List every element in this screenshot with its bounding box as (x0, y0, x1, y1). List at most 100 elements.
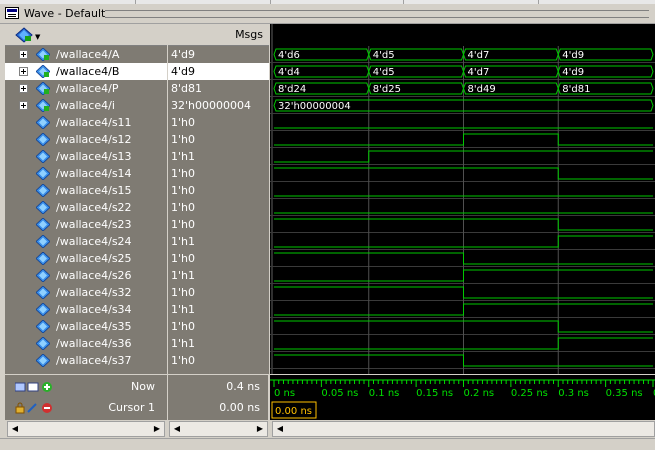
signal-row[interactable]: /wallace4/s35 (5, 318, 167, 335)
signal-value[interactable]: 4'd9 (168, 63, 269, 80)
bus-value-label: 8'd24 (278, 84, 306, 95)
bit-signal-icon (36, 252, 50, 265)
bus-value-label: 8'd49 (468, 84, 496, 95)
signal-row[interactable]: /wallace4/P (5, 80, 167, 97)
lock-icon (15, 406, 25, 414)
bus-value-label: 4'd9 (562, 67, 584, 78)
bit-signal-icon (36, 269, 50, 282)
now-value: 0.4 ns (226, 380, 260, 393)
signal-value[interactable]: 1'h0 (168, 318, 269, 335)
wave-hscrollbar[interactable]: ◀ (272, 421, 655, 437)
signal-row[interactable]: /wallace4/s14 (5, 165, 167, 182)
bit-waveform[interactable] (274, 354, 653, 367)
signal-value[interactable]: 1'h0 (168, 284, 269, 301)
bit-signal-icon (36, 320, 50, 333)
bit-waveform[interactable] (274, 133, 653, 146)
signal-name: /wallace4/B (56, 65, 120, 78)
signal-value[interactable]: 1'h0 (168, 352, 269, 369)
signal-row[interactable]: /wallace4/s12 (5, 131, 167, 148)
signal-value[interactable]: 1'h0 (168, 165, 269, 182)
bus-value-label: 8'd25 (373, 84, 401, 95)
expand-icon[interactable] (19, 50, 28, 59)
now-row: Now (5, 377, 167, 397)
signal-value[interactable]: 8'd81 (168, 80, 269, 97)
status-values-pane: 0.4 ns 0.00 ns (167, 374, 268, 420)
signal-row[interactable]: /wallace4/s25 (5, 250, 167, 267)
bit-waveform[interactable] (274, 286, 653, 299)
bit-waveform[interactable] (274, 252, 653, 265)
signal-row[interactable]: /wallace4/s13 (5, 148, 167, 165)
signal-row[interactable]: /wallace4/B (5, 63, 167, 80)
bit-waveform[interactable] (274, 303, 653, 316)
expand-icon[interactable] (19, 67, 28, 76)
values-hscrollbar[interactable]: ◀ ▶ (169, 421, 268, 437)
ruler-tick-label: 0.1 ns (369, 388, 400, 399)
expand-icon[interactable] (19, 101, 28, 110)
value-pane: Msgs 4'd9 4'd9 8'd81 32'h00000004 1'h0 1'h0 1'… (167, 24, 269, 374)
signal-diamond-icon[interactable] (15, 27, 33, 43)
signal-row[interactable]: /wallace4/s24 (5, 233, 167, 250)
bit-waveform[interactable] (274, 269, 653, 282)
timeline-ruler[interactable]: 0 ns 0.05 ns 0.1 ns 0.15 ns 0.2 ns 0.25 ns 0.3… (270, 375, 655, 421)
signal-name: /wallace4/s23 (56, 218, 132, 231)
scroll-left-icon[interactable]: ◀ (273, 422, 287, 436)
signal-row[interactable]: /wallace4/A (5, 46, 167, 63)
signal-row[interactable]: /wallace4/s23 (5, 216, 167, 233)
bus-value-label: 4'd5 (373, 67, 395, 78)
cursor-toolbar-icons[interactable] (15, 402, 55, 414)
signal-value[interactable]: 1'h1 (168, 267, 269, 284)
signal-name: /wallace4/i (56, 99, 115, 112)
signal-value[interactable]: 1'h0 (168, 131, 269, 148)
ruler-tick-label: 0.15 ns (416, 388, 453, 399)
bit-signal-icon (36, 235, 50, 248)
signal-value[interactable]: 1'h1 (168, 233, 269, 250)
expand-icon[interactable] (19, 84, 28, 93)
scroll-left-icon[interactable]: ◀ (170, 422, 184, 436)
wave-header (270, 24, 655, 46)
signal-row[interactable]: /wallace4/s22 (5, 199, 167, 216)
signal-name: /wallace4/s13 (56, 150, 132, 163)
signal-value[interactable]: 1'h1 (168, 335, 269, 352)
signal-row[interactable]: /wallace4/s11 (5, 114, 167, 131)
signal-name: /wallace4/s22 (56, 201, 132, 214)
title-bar[interactable]: Wave - Default (0, 4, 655, 24)
waveform-canvas[interactable]: 4'd6 4'd5 4'd7 4'd9 4'd4 4'd5 4'd7 4'd9 8'd24 8'd… (270, 24, 655, 374)
chevron-down-icon[interactable]: ▼ (35, 34, 40, 41)
bus-value-label: 4'd9 (562, 50, 584, 61)
signal-row[interactable]: /wallace4/s26 (5, 267, 167, 284)
bus-value-label: 4'd7 (468, 67, 490, 78)
signal-value[interactable]: 1'h1 (168, 301, 269, 318)
signal-name: /wallace4/s12 (56, 133, 132, 146)
ruler-tick-label: 0.3 ns (558, 388, 589, 399)
signal-name: /wallace4/s36 (56, 337, 132, 350)
signal-value[interactable]: 1'h0 (168, 199, 269, 216)
signal-value[interactable]: 4'd9 (168, 46, 269, 63)
title-grip[interactable] (105, 10, 649, 18)
signal-name: /wallace4/s24 (56, 235, 132, 248)
signal-value[interactable]: 32'h00000004 (168, 97, 269, 114)
ruler-tick-label: 0 ns (274, 388, 295, 399)
signal-row[interactable]: /wallace4/s37 (5, 352, 167, 369)
signal-row[interactable]: /wallace4/s36 (5, 335, 167, 352)
waveform-pane[interactable]: 4'd6 4'd5 4'd7 4'd9 4'd4 4'd5 4'd7 4'd9 8'd24 8'd… (270, 24, 655, 374)
scroll-right-icon[interactable]: ▶ (150, 422, 164, 436)
signal-row[interactable]: /wallace4/s34 (5, 301, 167, 318)
bit-signal-icon (36, 337, 50, 350)
signal-value[interactable]: 1'h0 (168, 250, 269, 267)
horizontal-scrollbars: ◀ ▶ ◀ ▶ ◀ (5, 420, 655, 438)
signal-row[interactable]: /wallace4/s32 (5, 284, 167, 301)
scroll-left-icon[interactable]: ◀ (8, 422, 22, 436)
signal-value[interactable]: 1'h0 (168, 114, 269, 131)
names-hscrollbar[interactable]: ◀ ▶ (7, 421, 165, 437)
timeline-pane[interactable]: 0 ns 0.05 ns 0.1 ns 0.15 ns 0.2 ns 0.25 ns 0.3… (270, 374, 655, 420)
scroll-right-icon[interactable]: ▶ (253, 422, 267, 436)
signal-value[interactable]: 1'h1 (168, 148, 269, 165)
now-toolbar-icons[interactable] (15, 381, 55, 393)
signal-name: /wallace4/s37 (56, 354, 132, 367)
signal-value[interactable]: 1'h0 (168, 182, 269, 199)
signal-value[interactable]: 1'h0 (168, 216, 269, 233)
ruler-tick-label: 0.35 ns (606, 388, 643, 399)
signal-name: /wallace4/s15 (56, 184, 132, 197)
signal-row[interactable]: /wallace4/i (5, 97, 167, 114)
signal-row[interactable]: /wallace4/s15 (5, 182, 167, 199)
